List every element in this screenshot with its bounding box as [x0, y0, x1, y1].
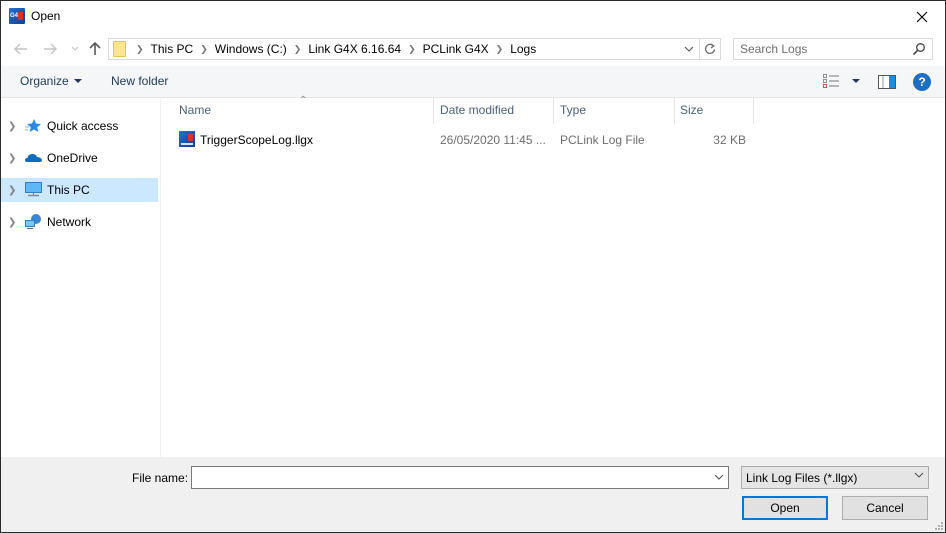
file-list: ⌃ Name Date modified Type Size TriggerSc… [161, 95, 945, 457]
breadcrumb-logs[interactable]: Logs [506, 42, 540, 56]
back-button[interactable] [13, 40, 29, 58]
nav-item-network[interactable]: ❯ Network [1, 210, 158, 234]
chevron-right-icon[interactable]: ❯ [197, 44, 211, 55]
search-box[interactable] [733, 38, 933, 60]
chevron-right-icon[interactable]: ❯ [133, 44, 147, 55]
new-folder-button[interactable]: New folder [111, 74, 168, 88]
network-icon [25, 214, 41, 229]
details-view-icon [823, 74, 839, 88]
navigation-pane: ❯ Quick access ❯ OneDrive ❯ This PC ❯ Ne… [1, 98, 161, 457]
file-type-filter-select[interactable]: Link Log Files (*.llgx) [741, 466, 929, 489]
file-size: 32 KB [713, 133, 746, 147]
column-header-date-modified[interactable]: Date modified [434, 103, 554, 121]
nav-label: This PC [47, 183, 90, 197]
chevron-right-icon[interactable]: ❯ [291, 44, 305, 55]
search-input[interactable] [734, 39, 904, 59]
file-name-input[interactable] [192, 467, 702, 488]
up-button[interactable] [87, 40, 103, 58]
refresh-button[interactable] [699, 38, 721, 60]
file-date-modified: 26/05/2020 11:45 ... [440, 133, 546, 147]
chevron-right-icon[interactable]: ❯ [493, 44, 507, 55]
chevron-down-icon [684, 46, 694, 52]
g4x-app-icon: G4X [9, 8, 25, 24]
chevron-down-icon [71, 46, 79, 51]
arrow-left-icon [14, 43, 27, 55]
cloud-icon [25, 154, 42, 162]
breadcrumb-this-pc[interactable]: This PC [147, 42, 198, 56]
breadcrumb-windows-c[interactable]: Windows (C:) [211, 42, 291, 56]
recent-locations-button[interactable] [67, 40, 83, 58]
open-button[interactable]: Open [742, 496, 828, 520]
column-divider[interactable] [753, 98, 754, 124]
search-icon[interactable] [912, 42, 926, 56]
close-button[interactable] [899, 1, 945, 32]
nav-item-onedrive[interactable]: ❯ OneDrive [1, 146, 158, 170]
address-bar[interactable]: ❯ This PC ❯ Windows (C:) ❯ Link G4X 6.16… [108, 38, 700, 60]
title-bar: G4X Open [1, 1, 945, 32]
file-name-label: File name: [132, 471, 189, 485]
open-button-label: Open [770, 501, 800, 515]
navigation-row: ❯ This PC ❯ Windows (C:) ❯ Link G4X 6.16… [1, 32, 945, 66]
column-header-size[interactable]: Size [674, 103, 754, 121]
help-button[interactable]: ? [913, 73, 931, 91]
new-folder-label: New folder [111, 74, 169, 88]
preview-pane-button[interactable] [878, 75, 896, 92]
computer-icon [25, 182, 42, 197]
organize-label: Organize [20, 74, 69, 88]
column-header-type[interactable]: Type [554, 103, 674, 121]
expand-chevron-icon[interactable]: ❯ [8, 185, 16, 196]
star-icon [25, 119, 41, 132]
file-name: TriggerScopeLog.llgx [200, 133, 313, 147]
help-icon: ? [918, 75, 926, 89]
arrow-up-icon [89, 42, 101, 55]
resize-grip-icon[interactable] [933, 520, 943, 530]
file-name-dropdown-button[interactable] [712, 470, 726, 484]
file-name-combobox[interactable] [191, 466, 729, 489]
cancel-button-label: Cancel [866, 501, 904, 515]
nav-item-quick-access[interactable]: ❯ Quick access [1, 114, 158, 138]
dialog-footer: File name: Link Log Files (*.llgx) Open … [1, 457, 945, 532]
cancel-button[interactable]: Cancel [842, 496, 928, 520]
window-title: Open [31, 9, 61, 23]
llgx-file-icon [179, 131, 195, 147]
command-bar: Organize New folder ? [1, 66, 945, 98]
expand-chevron-icon[interactable]: ❯ [8, 121, 16, 132]
caret-down-icon [73, 79, 82, 83]
chevron-right-icon[interactable]: ❯ [405, 44, 419, 55]
chevron-down-icon [914, 472, 924, 478]
expand-chevron-icon[interactable]: ❯ [8, 217, 16, 228]
chevron-down-icon [714, 474, 724, 480]
file-row[interactable]: TriggerScopeLog.llgx 26/05/2020 11:45 ..… [175, 131, 755, 151]
folder-icon [113, 41, 126, 57]
expand-chevron-icon[interactable]: ❯ [8, 153, 16, 164]
file-type-filter-value: Link Log Files (*.llgx) [746, 471, 858, 485]
close-icon [916, 11, 928, 22]
address-history-button[interactable] [679, 39, 699, 59]
file-type: PCLink Log File [560, 133, 645, 147]
nav-label: Network [47, 215, 92, 229]
breadcrumb-pclink-g4x[interactable]: PCLink G4X [419, 42, 493, 56]
nav-label: OneDrive [47, 151, 98, 165]
organize-button[interactable]: Organize [20, 74, 82, 88]
forward-button[interactable] [42, 40, 58, 58]
open-dialog: G4X Open ❯ This PC ❯ Windows (C:) ❯ Link… [0, 0, 946, 533]
preview-pane-icon [878, 75, 896, 89]
arrow-right-icon [44, 43, 57, 55]
change-view-button[interactable] [823, 74, 860, 88]
nav-item-this-pc[interactable]: ❯ This PC [1, 178, 158, 202]
column-header-name[interactable]: Name [173, 103, 433, 121]
breadcrumb: ❯ This PC ❯ Windows (C:) ❯ Link G4X 6.16… [133, 39, 540, 59]
nav-label: Quick access [47, 119, 119, 133]
breadcrumb-link-g4x[interactable]: Link G4X 6.16.64 [304, 42, 405, 56]
caret-down-icon [852, 79, 860, 83]
refresh-icon [704, 43, 715, 54]
